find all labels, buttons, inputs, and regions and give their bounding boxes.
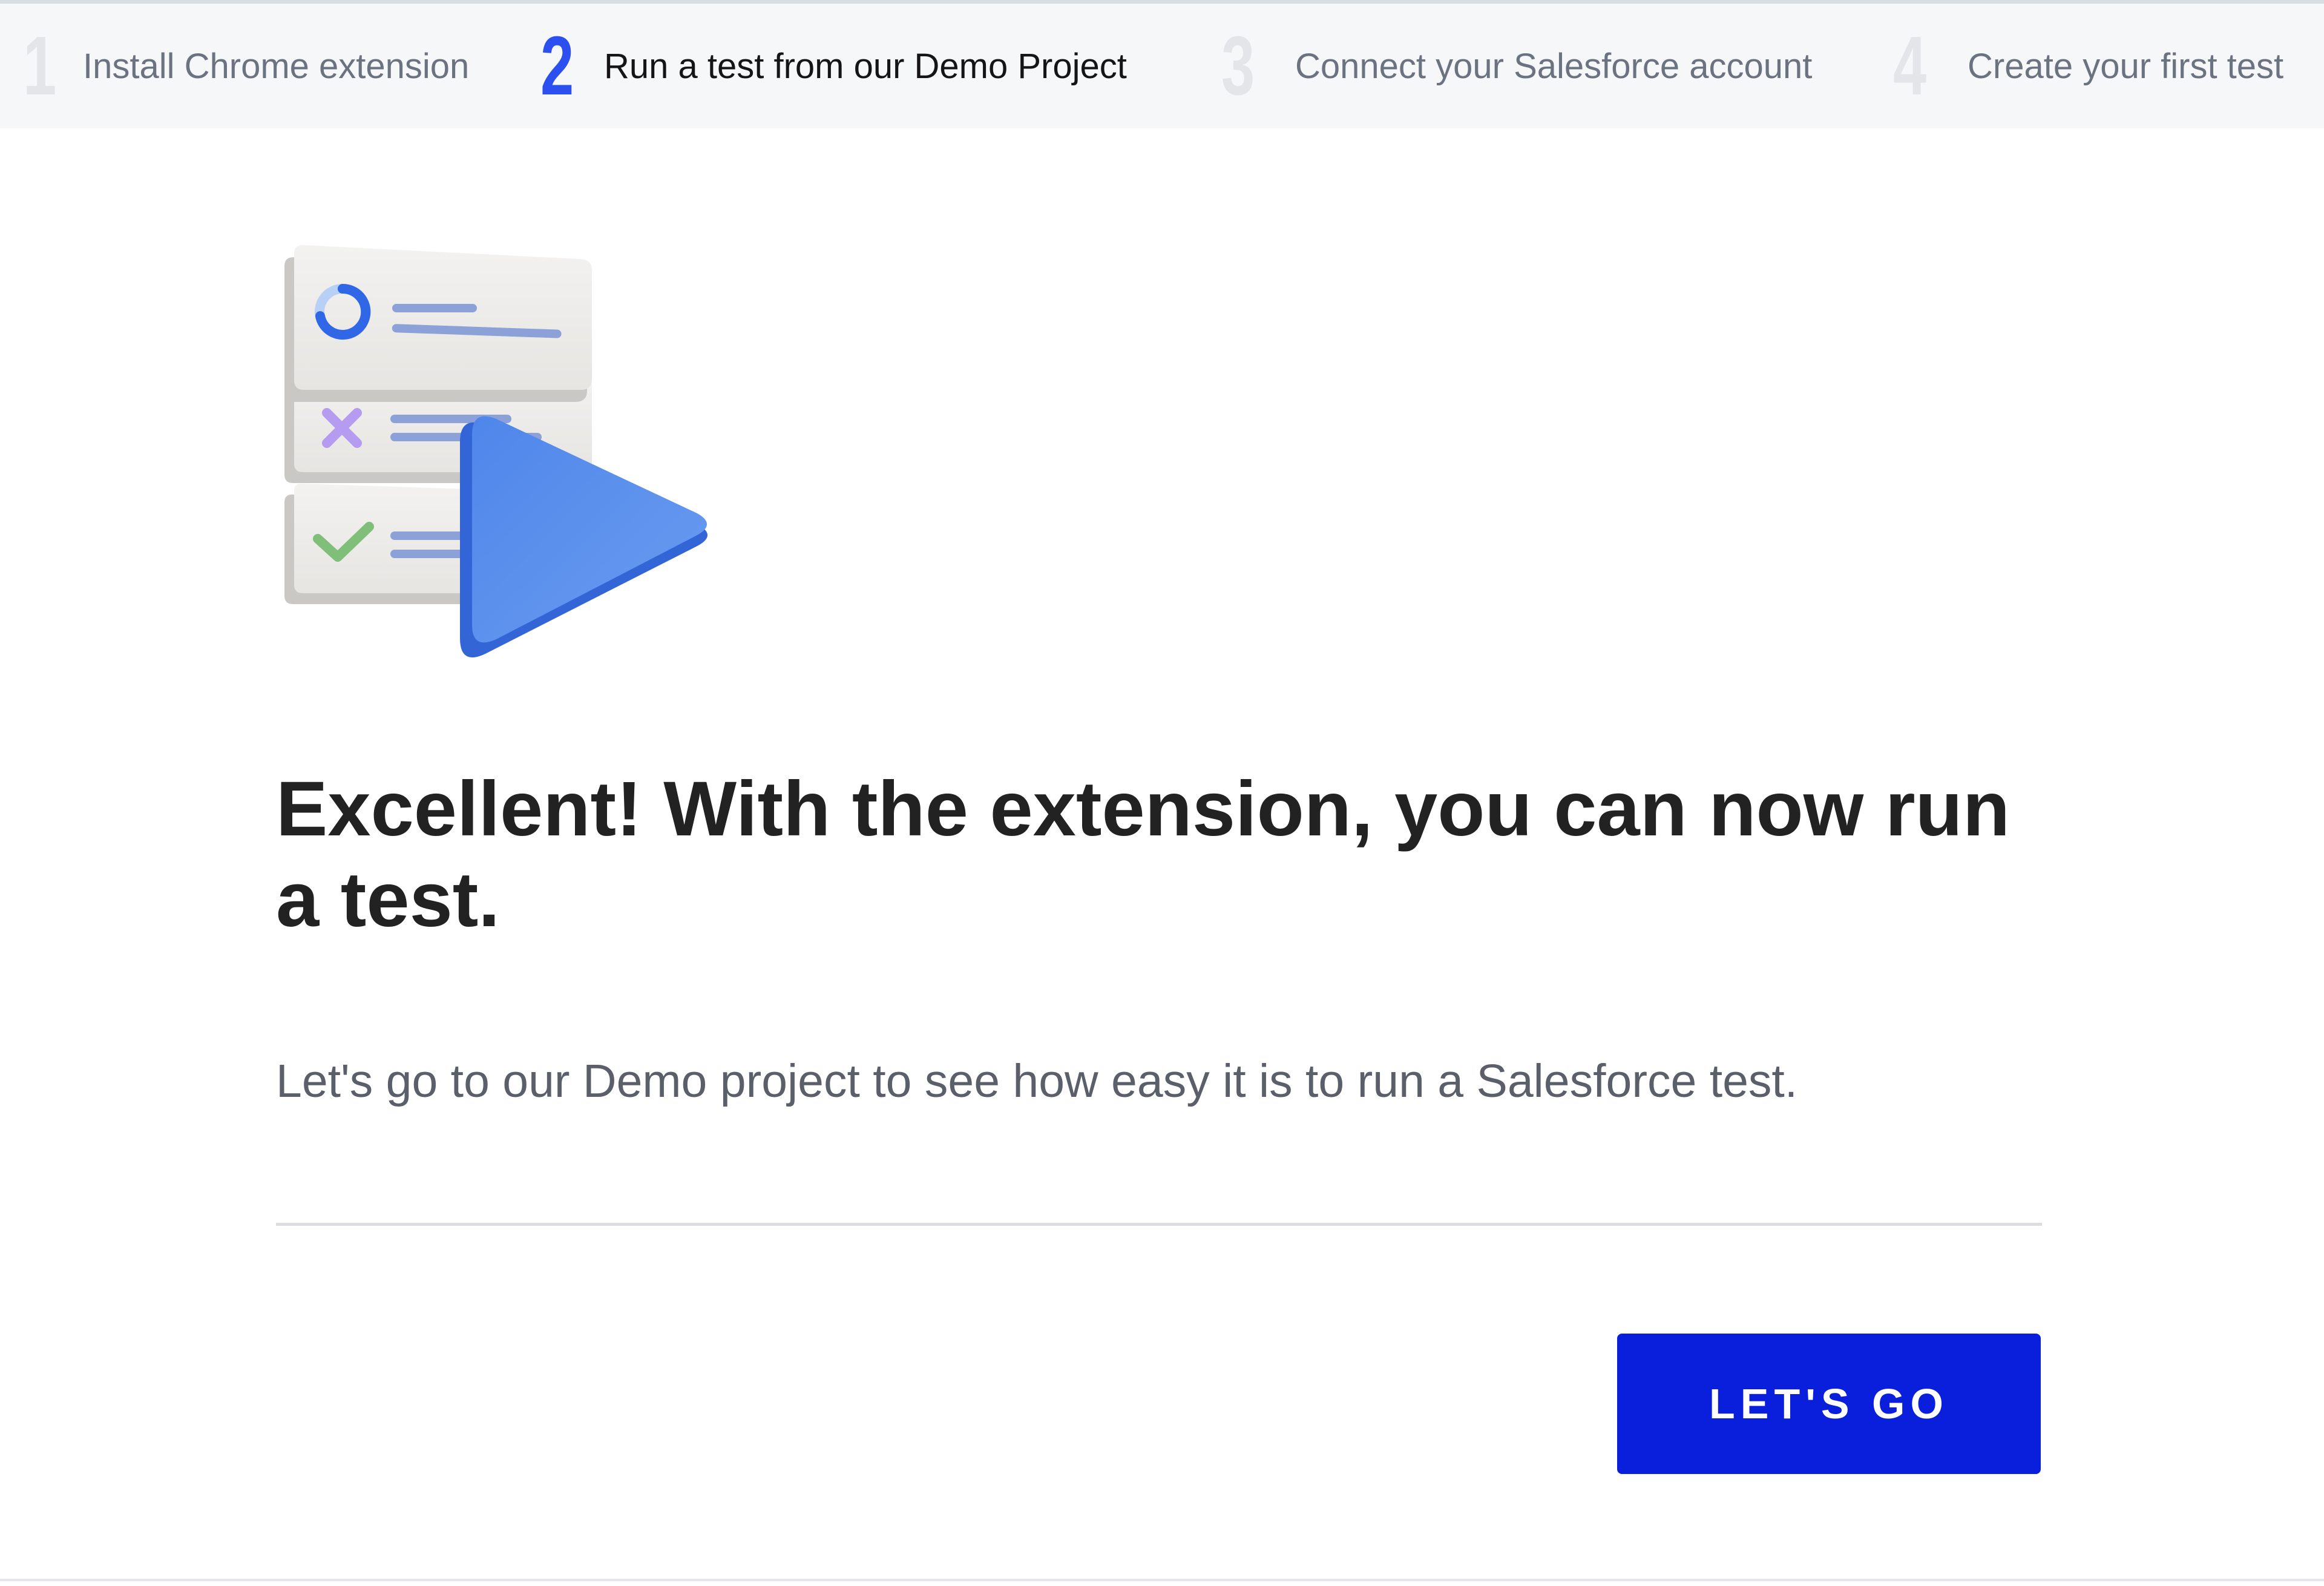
step-label: Run a test from our Demo Project [604, 46, 1127, 86]
step-number: 2 [540, 19, 574, 113]
result-card-running [284, 245, 592, 402]
test-runner-illustration [284, 245, 707, 658]
step-create-first-test[interactable]: 4 Create your first test [1893, 4, 2283, 128]
onboarding-page: 1 Install Chrome extension 2 Run a test … [0, 0, 2324, 1586]
section-divider [276, 1223, 2042, 1226]
step-label: Install Chrome extension [83, 46, 470, 86]
onboarding-steps-bar: 1 Install Chrome extension 2 Run a test … [0, 4, 2324, 128]
step-number: 3 [1221, 19, 1255, 113]
bottom-border [0, 1579, 2324, 1581]
step-connect-salesforce[interactable]: 3 Connect your Salesforce account [1221, 4, 1812, 128]
lets-go-button[interactable]: LET'S GO [1617, 1334, 2041, 1474]
page-description: Let's go to our Demo project to see how … [276, 1055, 1798, 1107]
step-number: 4 [1893, 19, 1926, 113]
step-label: Create your first test [1968, 46, 2284, 86]
step-number: 1 [23, 19, 56, 113]
step-install-chrome-extension[interactable]: 1 Install Chrome extension [23, 4, 469, 128]
page-heading: Excellent! With the extension, you can n… [276, 766, 2010, 943]
step-run-demo-test[interactable]: 2 Run a test from our Demo Project [540, 4, 1127, 128]
step-label: Connect your Salesforce account [1295, 46, 1813, 86]
